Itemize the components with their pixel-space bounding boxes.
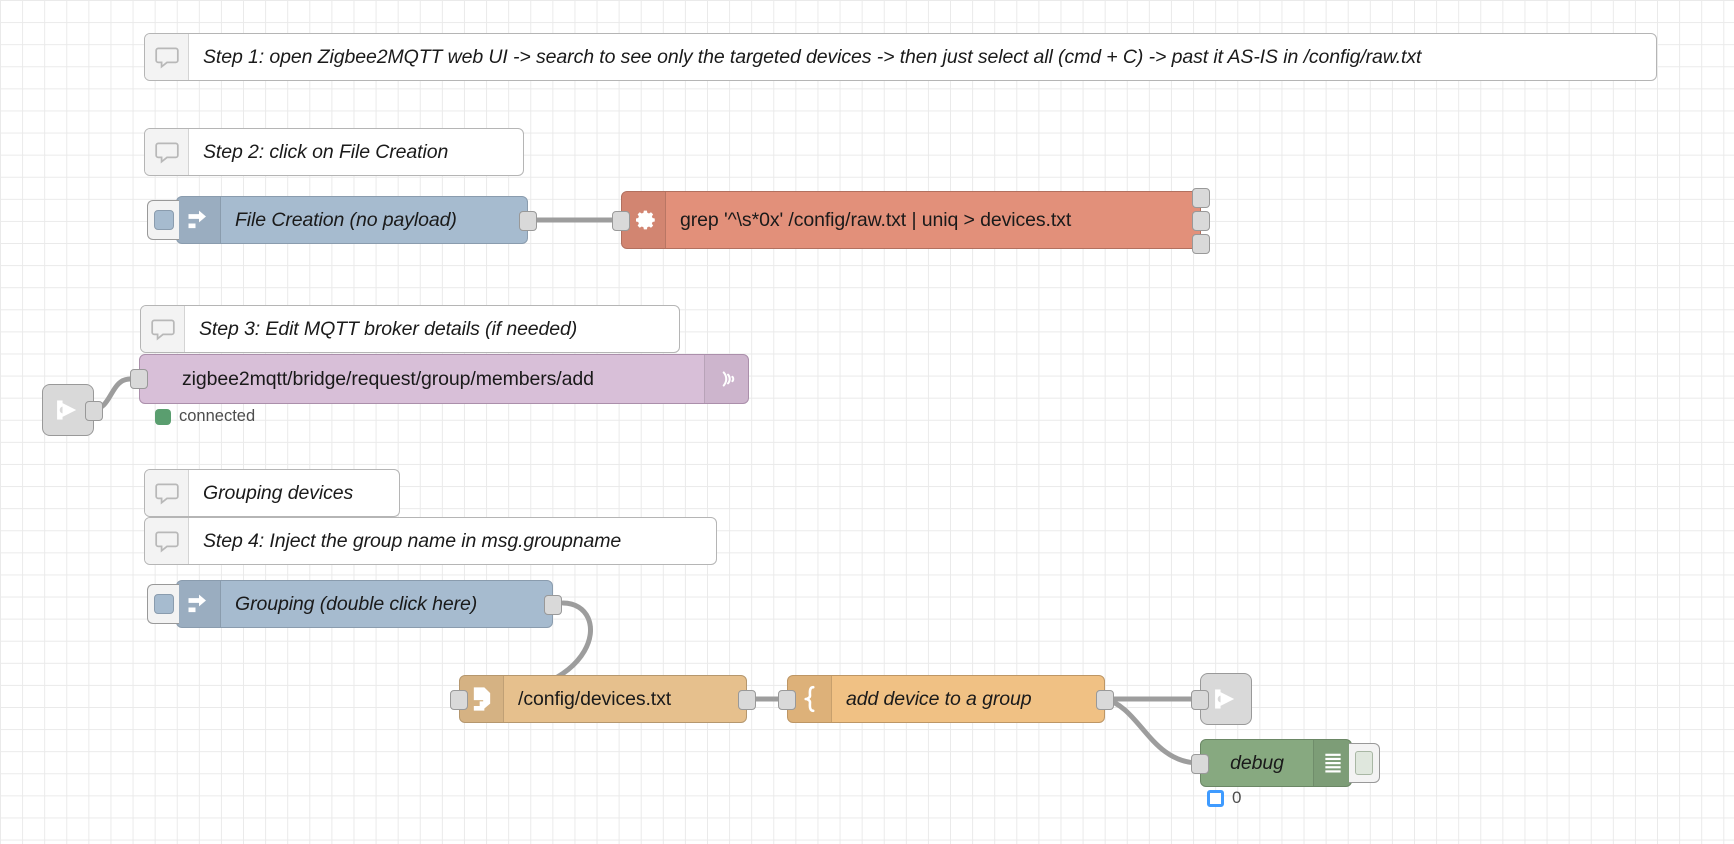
mqtt-broadcast-icon	[704, 355, 748, 403]
link-in-node[interactable]	[42, 384, 103, 436]
debug-count-badge	[1207, 789, 1224, 807]
comment-text: Step 1: open Zigbee2MQTT web UI -> searc…	[203, 45, 1422, 68]
flow-canvas[interactable]: Step 1: open Zigbee2MQTT web UI -> searc…	[0, 0, 1734, 844]
inject-trigger-button[interactable]	[147, 200, 179, 240]
mqtt-out-node[interactable]: zigbee2mqtt/bridge/request/group/members…	[130, 354, 749, 404]
link-in-icon	[57, 400, 77, 420]
output-port[interactable]	[519, 211, 537, 231]
mqtt-node-label: zigbee2mqtt/bridge/request/group/members…	[182, 367, 594, 390]
function-input-port[interactable]	[778, 690, 796, 710]
debug-input-port[interactable]	[1191, 754, 1209, 774]
inject-arrow-icon	[177, 581, 221, 627]
comment-node-grouping-devices[interactable]: Grouping devices	[144, 469, 400, 517]
comment-text: Grouping devices	[203, 481, 354, 504]
inject-node-label: Grouping (double click here)	[235, 592, 478, 615]
comment-icon	[145, 129, 189, 175]
exec-node-label: grep '^\s*0x' /config/raw.txt | uniq > d…	[680, 208, 1072, 231]
comment-icon	[141, 306, 185, 352]
exec-node-grep[interactable]: grep '^\s*0x' /config/raw.txt | uniq > d…	[612, 188, 1210, 254]
comment-node-step-2[interactable]: Step 2: click on File Creation	[144, 128, 524, 176]
debug-node[interactable]: debug	[1191, 739, 1380, 787]
comment-icon	[145, 470, 189, 516]
file-input-port[interactable]	[450, 690, 468, 710]
inject-button-square	[153, 210, 174, 230]
comment-icon	[145, 34, 189, 80]
debug-enable-toggle[interactable]	[1349, 743, 1380, 783]
debug-toggle-square	[1355, 751, 1373, 775]
debug-message-count: 0	[1207, 788, 1241, 808]
inject-trigger-button[interactable]	[147, 584, 179, 624]
file-output-port[interactable]	[738, 690, 756, 710]
wire-function-to-debug	[1101, 696, 1202, 766]
output-port-3[interactable]	[1192, 234, 1210, 254]
link-out-icon	[1215, 689, 1235, 709]
function-node-label: add device to a group	[846, 687, 1032, 710]
file-in-node[interactable]: /config/devices.txt	[450, 675, 756, 723]
mqtt-input-port[interactable]	[130, 369, 148, 389]
function-output-port[interactable]	[1096, 690, 1114, 710]
comment-text: Step 3: Edit MQTT broker details (if nee…	[199, 317, 578, 340]
output-port[interactable]	[544, 595, 562, 615]
comment-node-step-1[interactable]: Step 1: open Zigbee2MQTT web UI -> searc…	[144, 33, 1657, 81]
function-node-add-device[interactable]: add device to a group	[778, 675, 1114, 723]
comment-node-step-3[interactable]: Step 3: Edit MQTT broker details (if nee…	[140, 305, 680, 353]
comment-text: Step 4: Inject the group name in msg.gro…	[203, 529, 622, 552]
output-port-1[interactable]	[1192, 188, 1210, 208]
status-text: connected	[179, 407, 256, 425]
inject-arrow-icon	[177, 197, 221, 243]
link-in-output-port[interactable]	[85, 401, 103, 421]
inject-node-file-creation[interactable]: File Creation (no payload)	[147, 196, 537, 244]
inject-node-grouping[interactable]: Grouping (double click here)	[147, 580, 562, 628]
comment-node-step-4[interactable]: Step 4: Inject the group name in msg.gro…	[144, 517, 717, 565]
status-dot	[155, 408, 171, 425]
mqtt-status: connected	[155, 407, 255, 426]
debug-lines-icon	[1313, 740, 1351, 786]
file-node-label: /config/devices.txt	[518, 687, 672, 710]
debug-count-value: 0	[1232, 788, 1242, 807]
debug-node-label: debug	[1230, 751, 1284, 774]
comment-text: Step 2: click on File Creation	[203, 140, 449, 163]
inject-button-square	[153, 594, 174, 614]
link-out-input-port[interactable]	[1191, 690, 1209, 710]
comment-icon	[145, 518, 189, 564]
input-port[interactable]	[612, 211, 630, 231]
link-out-node[interactable]	[1191, 673, 1252, 725]
inject-node-label: File Creation (no payload)	[235, 208, 457, 231]
output-port-2[interactable]	[1192, 211, 1210, 231]
